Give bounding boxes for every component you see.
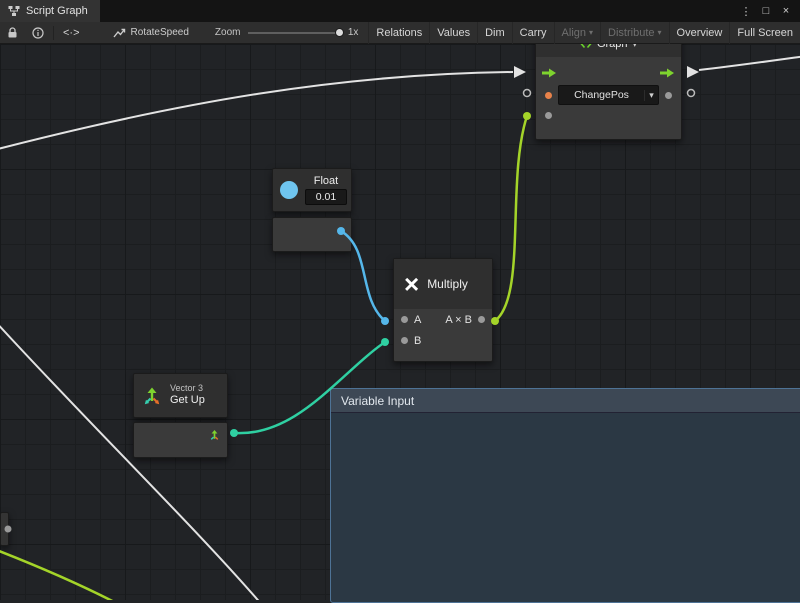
info-icon	[32, 27, 44, 39]
dim-button[interactable]: Dim	[477, 22, 512, 44]
vector3-icon	[142, 386, 162, 406]
value-input-port[interactable]	[545, 112, 552, 119]
toolbar-separator	[53, 26, 54, 40]
flow-out-port[interactable]	[660, 67, 675, 79]
multiply-node[interactable]: × Multiply A A × B B	[393, 258, 493, 362]
vector3-type-label: Vector 3	[170, 383, 205, 394]
carry-button[interactable]: Carry	[512, 22, 554, 44]
distribute-label: Distribute	[608, 27, 654, 39]
lock-icon	[7, 27, 18, 39]
info-button[interactable]	[25, 22, 51, 44]
zoom-slider-track	[248, 32, 337, 34]
vector3-node-title: Get Up	[170, 394, 205, 408]
values-button[interactable]: Values	[429, 22, 477, 44]
flow-in-port[interactable]	[542, 67, 557, 79]
vector3-output-icon	[208, 429, 221, 442]
multiply-icon: ×	[404, 271, 419, 297]
maximize-icon[interactable]: □	[758, 3, 774, 19]
variable-input-header[interactable]: Variable Input	[331, 389, 800, 413]
chevron-down-icon: ▾	[589, 28, 593, 37]
vector3-get-up-node[interactable]: Vector 3 Get Up	[133, 373, 228, 418]
zoom-label: Zoom	[215, 27, 241, 38]
graph-toolbar: <·> RotateSpeed Zoom 1x Relations Values…	[0, 22, 800, 44]
variable-input-body	[331, 413, 800, 603]
output-port-label: A × B	[445, 314, 472, 326]
relations-button[interactable]: Relations	[368, 22, 429, 44]
value-output-port[interactable]	[665, 92, 672, 99]
partial-node[interactable]	[0, 512, 9, 546]
value-input-port[interactable]	[545, 92, 552, 99]
chevron-down-icon: ▾	[658, 28, 662, 37]
changepos-dropdown-value: ChangePos	[559, 89, 644, 101]
window-titlebar: Script Graph ⋮ □ ×	[0, 0, 800, 22]
float-node-body[interactable]	[272, 217, 352, 252]
vector3-node-body[interactable]	[133, 422, 228, 458]
float-node[interactable]: Float 0.01	[272, 168, 352, 212]
multiply-title: Multiply	[427, 277, 468, 291]
output-port[interactable]	[478, 316, 485, 323]
graph-name-label: RotateSpeed	[131, 27, 189, 38]
changepos-dropdown[interactable]: ChangePos ▾	[558, 85, 659, 105]
menu-icon[interactable]: ⋮	[738, 3, 754, 19]
close-icon[interactable]: ×	[778, 3, 794, 19]
graph-icon	[8, 5, 20, 17]
distribute-button[interactable]: Distribute ▾	[600, 22, 668, 44]
variable-input-panel[interactable]: Variable Input	[330, 388, 800, 603]
input-port-a-label: A	[414, 314, 421, 326]
input-port-b[interactable]	[401, 337, 408, 344]
zoom-slider-knob[interactable]	[335, 28, 344, 37]
focus-button[interactable]: <·>	[56, 22, 87, 44]
multiply-header[interactable]: × Multiply	[394, 259, 492, 309]
script-graph-icon	[113, 27, 126, 39]
tab-label: Script Graph	[26, 5, 88, 17]
graph-asset-reference[interactable]: RotateSpeed	[113, 27, 189, 39]
fullscreen-button[interactable]: Full Screen	[729, 22, 800, 44]
graph-unit-node[interactable]: Graph ▾ ChangePos ▾	[535, 30, 682, 140]
lock-button[interactable]	[0, 22, 25, 44]
float-type-icon	[280, 181, 298, 199]
float-node-title: Float	[314, 175, 338, 187]
input-port-b-label: B	[414, 335, 421, 347]
variable-input-title: Variable Input	[341, 394, 414, 408]
chevron-down-icon: ▾	[644, 90, 658, 101]
input-port-a[interactable]	[401, 316, 408, 323]
float-value-input[interactable]: 0.01	[305, 189, 347, 205]
align-label: Align	[562, 27, 586, 39]
zoom-slider[interactable]	[248, 26, 343, 40]
overview-button[interactable]: Overview	[669, 22, 730, 44]
zoom-value: 1x	[348, 27, 359, 38]
align-button[interactable]: Align ▾	[554, 22, 600, 44]
tab-script-graph[interactable]: Script Graph	[0, 0, 100, 22]
